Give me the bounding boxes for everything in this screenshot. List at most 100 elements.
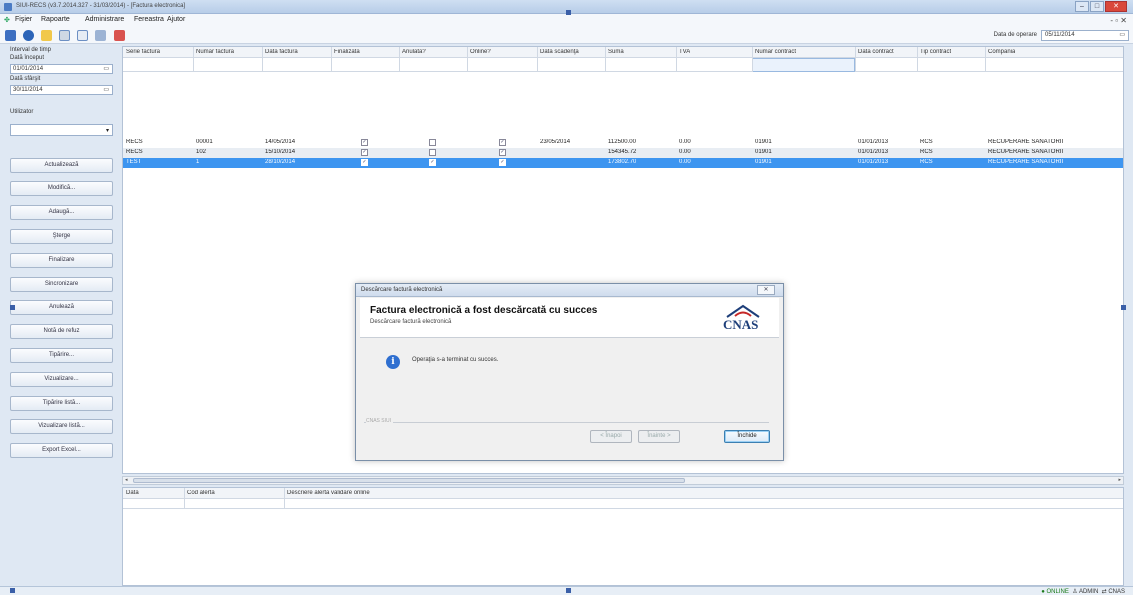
scrollbar-thumb[interactable] [133,478,685,483]
finalized-checkbox[interactable]: ✓ [361,139,368,146]
online-checkbox[interactable]: ✓ [499,159,506,166]
filter-panel: Interval de timp Dată început 01/01/2014… [10,46,115,586]
calendar-icon[interactable]: ▭ [1119,31,1125,40]
column-data[interactable]: Dată factură [265,49,298,55]
cell-contract: 01901 [755,139,772,145]
copy-icon[interactable] [95,30,106,41]
stamp-icon[interactable] [77,30,88,41]
refresh-button[interactable]: Actualizează [10,158,113,173]
cnas-logo: CNAS [719,304,767,334]
info-icon: i [386,355,400,369]
operation-date-field[interactable]: 05/11/2014 ▭ [1041,30,1129,41]
column-data-contract[interactable]: Dată contract [858,49,894,55]
cancelled-checkbox[interactable] [429,139,436,146]
online-icon: ● [1041,589,1045,595]
user-label: Utilizator [10,109,34,115]
mdi-window-controls[interactable]: - ▫ ✕ [1110,16,1127,25]
table-row[interactable]: RECS 00001 14/05/2014 ✓ ✓ 23/05/2014 112… [123,138,1123,148]
column-suma[interactable]: Suma [608,49,624,55]
minimize-button[interactable]: ‒ [1075,1,1089,12]
finalized-checkbox[interactable]: ✓ [361,149,368,156]
resize-handle[interactable] [10,588,15,593]
column-numar[interactable]: Număr factură [196,49,234,55]
calendar-icon[interactable]: ▭ [103,65,109,73]
column-scadenta[interactable]: Dată scadenţă [540,49,579,55]
menu-ajutor[interactable]: Ajutor [167,16,185,23]
scroll-left-icon[interactable]: ◂ [125,477,128,483]
cell-data: 15/10/2014 [265,149,296,155]
column-serie[interactable]: Serie factură [126,49,160,55]
column-tva[interactable]: TVA [679,49,690,55]
delete-button[interactable]: Şterge [10,229,113,244]
scroll-right-icon[interactable]: ▸ [1118,477,1121,483]
column-contract[interactable]: Număr contract [755,49,796,55]
resize-handle[interactable] [566,10,571,15]
dialog-close-icon[interactable]: ✕ [757,285,775,295]
dialog-banner: Factura electronică a fost descărcată cu… [360,298,779,338]
close-window-button[interactable]: ✕ [1105,1,1127,12]
download-dialog: Descărcare factură electronică ✕ Factura… [355,283,784,461]
cell-suma: 173802.70 [608,159,637,165]
sync-button[interactable]: Sincronizare [10,277,113,292]
column-alert-date[interactable]: Data [126,490,139,496]
start-date-field[interactable]: 01/01/2014 ▭ [10,64,113,74]
finalize-button[interactable]: Finalizare [10,253,113,268]
database-icon[interactable] [23,30,34,41]
column-alert-code[interactable]: Cod alertă [187,490,215,496]
calendar-icon[interactable]: ▭ [103,86,109,94]
dialog-subheading: Descărcare factură electronică [370,319,452,325]
edit-button[interactable]: Modifică... [10,181,113,196]
cancel-invoice-button[interactable]: Anulează [10,300,113,315]
column-finalizata[interactable]: Finalizată [334,49,360,55]
end-date-field[interactable]: 30/11/2014 ▭ [10,85,113,95]
menu-administrare[interactable]: Administrare [85,16,124,23]
column-online[interactable]: Online? [470,49,491,55]
resize-handle[interactable] [1121,305,1126,310]
alerts-filter-row[interactable] [123,499,1123,509]
contract-filter-cell[interactable] [752,58,855,72]
table-row[interactable]: RECS 102 15/10/2014 ✓ ✓ 154345.72 0.00 0… [123,148,1123,158]
next-button[interactable]: Înainte > [638,430,680,443]
dialog-title: Descărcare factură electronică [361,287,443,293]
export-excel-button[interactable]: Export Excel... [10,443,113,458]
add-button[interactable]: Adaugă... [10,205,113,220]
column-anulata[interactable]: Anulată? [402,49,426,55]
document-icon[interactable] [59,30,70,41]
open-icon[interactable] [5,30,16,41]
column-alert-description[interactable]: Descriere alertă validare online [287,490,370,496]
app-menu-icon[interactable]: ✤ [4,16,10,24]
finalized-checkbox[interactable]: ✓ [361,159,368,166]
toolbar: Data de operare 05/11/2014 ▭ [0,27,1133,44]
refusal-note-button[interactable]: Notă de refuz [10,324,113,339]
back-button[interactable]: < Înapoi [590,430,632,443]
users-icon[interactable] [41,30,52,41]
user-select[interactable]: ▾ [10,124,113,136]
menu-fisier[interactable]: Fişier [15,16,32,23]
horizontal-scrollbar[interactable]: ◂ ▸ [122,476,1124,485]
close-dialog-button[interactable]: Închide [724,430,770,443]
menu-fereastra[interactable]: Fereastra [134,16,164,23]
print-list-button[interactable]: Tipărire listă... [10,396,113,411]
cancelled-checkbox[interactable]: ✓ [429,159,436,166]
cell-tip: RCS [920,139,933,145]
resize-handle[interactable] [566,588,571,593]
report-icon[interactable] [114,30,125,41]
column-compania[interactable]: Compania [988,49,1015,55]
view-list-button[interactable]: Vizualizare listă... [10,419,113,434]
status-server: CNAS [1108,589,1125,595]
table-row-selected[interactable]: TEST 1 28/10/2014 ✓ ✓ ✓ 173802.70 0.00 0… [123,158,1123,168]
menu-bar: ✤ Fişier Rapoarte Administrare Fereastra… [0,14,1133,27]
cancelled-checkbox[interactable] [429,149,436,156]
operation-date-value: 05/11/2014 [1045,32,1075,38]
print-button[interactable]: Tipărire... [10,348,113,363]
resize-handle[interactable] [10,305,15,310]
menu-rapoarte[interactable]: Rapoarte [41,16,70,23]
view-button[interactable]: Vizualizare... [10,372,113,387]
column-tip[interactable]: Tip contract [920,49,951,55]
dialog-message: Operaţia s-a terminat cu succes. [412,357,499,363]
cell-contract: 01901 [755,159,772,165]
online-checkbox[interactable]: ✓ [499,149,506,156]
grid-filter-row[interactable] [123,58,1123,72]
maximize-button[interactable]: □ [1090,1,1104,12]
online-checkbox[interactable]: ✓ [499,139,506,146]
